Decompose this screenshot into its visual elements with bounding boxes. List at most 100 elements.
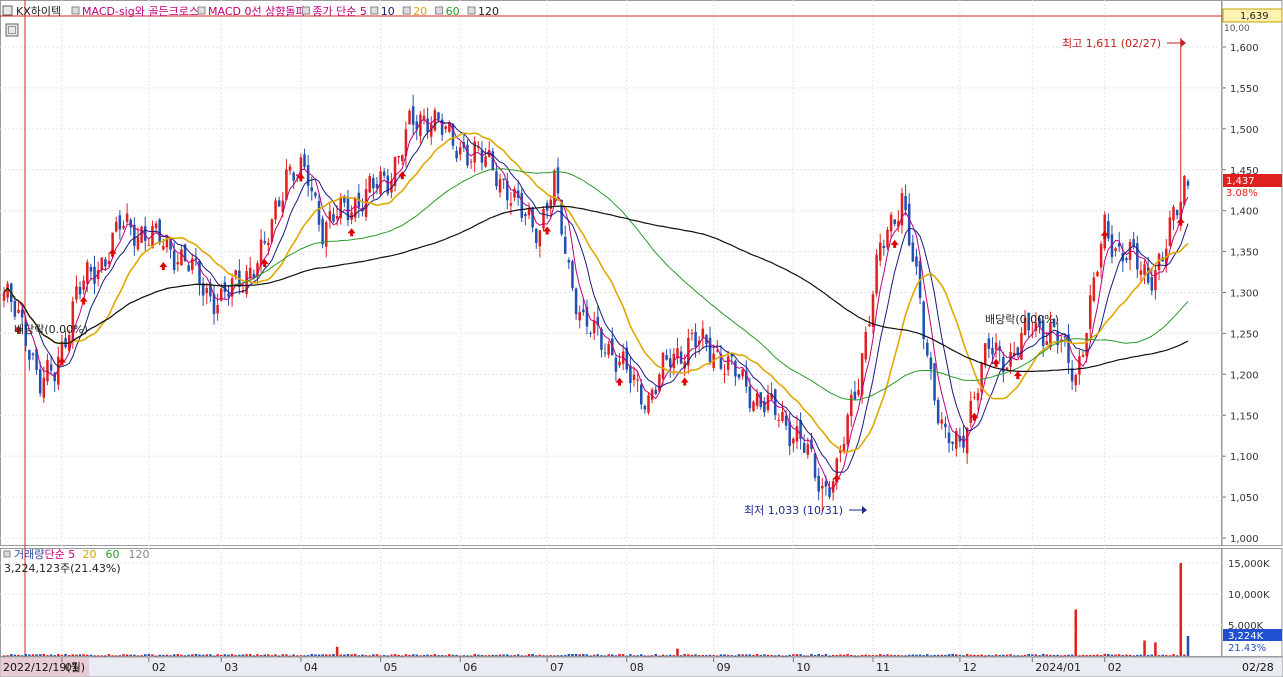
- volume-bar: [466, 655, 469, 657]
- volume-bar: [578, 654, 581, 656]
- candle-body: [1154, 270, 1157, 291]
- volume-bar: [162, 654, 165, 656]
- candle-body: [89, 266, 93, 272]
- volume-bar: [592, 654, 596, 656]
- volume-bar: [484, 655, 487, 657]
- legend-square: [301, 6, 310, 15]
- volume-bar: [1128, 654, 1132, 656]
- legend-square: [435, 6, 444, 15]
- candle-body: [1092, 277, 1096, 301]
- panel-toggle-icon[interactable]: [2, 5, 13, 16]
- volume-bar: [701, 654, 705, 656]
- volume-bar: [310, 653, 314, 656]
- volume-bar: [611, 654, 614, 656]
- chart-settings-icon[interactable]: [5, 23, 19, 37]
- legend-item-6: 120: [478, 5, 499, 18]
- stock-chart[interactable]: KX하이텍 MACD-sig와 골든크로스 MACD 0선 상향돌파 종가 단순 5…: [0, 0, 1283, 677]
- volume-bar: [1117, 654, 1121, 656]
- volume-bar: [828, 655, 831, 657]
- candle-body: [397, 155, 400, 158]
- candle-body: [46, 359, 49, 382]
- volume-bar: [1041, 653, 1045, 656]
- candle-body: [781, 411, 784, 421]
- volume-bar: [303, 655, 306, 657]
- volume-bar: [882, 654, 886, 656]
- volume-bar: [180, 654, 183, 656]
- volume-bar: [509, 655, 513, 657]
- candle-body: [1081, 354, 1085, 357]
- candle-body: [303, 154, 306, 167]
- candle-body: [857, 389, 860, 395]
- candle-body: [846, 414, 849, 445]
- volume-bar: [440, 655, 444, 657]
- candle-body: [574, 288, 578, 315]
- price-tick-label: 1,500: [1230, 125, 1259, 136]
- volume-bar: [643, 655, 647, 657]
- candle-body: [1074, 375, 1078, 386]
- volume-bar: [1175, 655, 1179, 657]
- volume-bar: [842, 654, 846, 656]
- candle-body: [694, 331, 697, 348]
- candle-body: [498, 179, 502, 193]
- volume-bar: [502, 654, 505, 656]
- volume-bar: [86, 654, 89, 656]
- candle-body: [777, 419, 781, 421]
- volume-bar: [498, 654, 502, 656]
- candle-body: [484, 156, 487, 167]
- month-label: 12: [963, 661, 977, 674]
- candle-body: [346, 198, 350, 221]
- month-label: 2024/01: [1035, 661, 1081, 674]
- volume-bar: [944, 654, 947, 656]
- volume-bar: [31, 654, 35, 656]
- candle-body: [1085, 332, 1088, 356]
- volume-bar: [911, 654, 915, 656]
- candle-body: [1114, 248, 1117, 252]
- volume-bar: [962, 655, 965, 657]
- candle-body: [784, 415, 788, 426]
- volume-bar: [57, 653, 60, 656]
- candle-body: [752, 401, 755, 411]
- legend-item-2: 종가 단순 5: [312, 5, 366, 18]
- candle-body: [1186, 181, 1190, 186]
- volume-bar: [661, 654, 665, 656]
- candle-body: [813, 453, 817, 478]
- volume-bar: [618, 653, 621, 656]
- candle-body: [162, 245, 165, 250]
- volume-bar: [868, 655, 871, 657]
- volume-bar: [234, 655, 237, 657]
- stock-name: KX하이텍: [16, 4, 61, 18]
- volume-bar: [212, 655, 216, 657]
- volume-bar: [238, 654, 241, 656]
- candle-body: [795, 426, 799, 442]
- candle-body: [49, 364, 53, 371]
- candle-body: [553, 170, 556, 206]
- volume-bar: [216, 654, 219, 656]
- volume-bar: [1139, 654, 1143, 656]
- volume-bar: [361, 654, 364, 656]
- candle-body: [991, 347, 994, 355]
- volume-bar: [96, 655, 100, 657]
- candle-body: [647, 395, 650, 413]
- legend-square: [370, 6, 379, 15]
- month-label: 02: [1108, 661, 1122, 674]
- volume-bar: [1092, 654, 1096, 656]
- volume-bar: [524, 655, 527, 657]
- volume-bar: [24, 653, 27, 656]
- candle-body: [314, 192, 317, 197]
- candle-body: [419, 114, 422, 137]
- candle-body: [563, 236, 567, 254]
- price-tick-label: 1,100: [1230, 452, 1259, 463]
- volume-panel-toggle-icon[interactable]: [3, 550, 11, 558]
- volume-bar: [759, 654, 763, 656]
- volume-bar: [1052, 654, 1056, 656]
- volume-bar: [958, 654, 962, 656]
- candle-body: [643, 405, 647, 410]
- volume-bar: [187, 654, 190, 656]
- volume-bar: [1078, 655, 1081, 657]
- volume-bar: [198, 654, 201, 656]
- candle-body: [842, 443, 846, 451]
- candle-body: [263, 240, 266, 243]
- volume-bar: [527, 654, 531, 656]
- candle-body: [882, 245, 886, 248]
- volume-bar: [332, 654, 335, 656]
